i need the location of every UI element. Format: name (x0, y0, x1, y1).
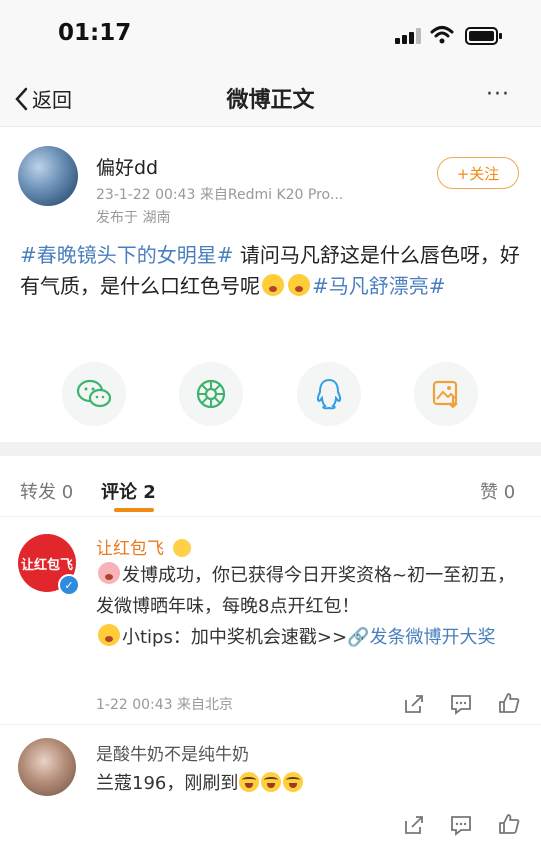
hashtag-link[interactable]: #春晚镜头下的女明星# (20, 243, 234, 267)
save-image-button[interactable] (414, 362, 478, 426)
comment-text: 兰蔻196，刚刷到 (96, 768, 521, 799)
hashtag-link[interactable]: #马凡舒漂亮# (312, 274, 446, 298)
laugh-cry-emoji-icon (239, 772, 260, 792)
section-divider (0, 442, 541, 456)
comment-separator (0, 724, 541, 725)
wifi-icon (430, 25, 454, 49)
grin-emoji-icon (98, 624, 120, 646)
repost-icon[interactable] (402, 813, 426, 837)
scream-emoji-icon (262, 274, 284, 296)
post-text: #春晚镜头下的女明星# 请问马凡舒这是什么唇色呀，好有气质，是什么口红色号呢 #马… (20, 240, 525, 302)
like-icon[interactable] (497, 812, 521, 836)
chevron-left-icon (15, 87, 28, 110)
battery-icon (465, 26, 503, 50)
more-menu-button[interactable]: ··· (486, 82, 510, 107)
tab-repost[interactable]: 转发 0 (20, 478, 73, 504)
avatar-text: 让红包飞 (20, 557, 73, 573)
commenter-name[interactable]: 让红包飞 (96, 534, 192, 559)
pig-emoji-icon (98, 562, 120, 584)
commenter-avatar[interactable] (18, 738, 76, 796)
repost-icon[interactable] (402, 692, 426, 716)
comment-icon[interactable] (449, 692, 473, 716)
moments-icon (196, 379, 226, 409)
share-moments-button[interactable] (179, 362, 243, 426)
author-avatar[interactable] (18, 146, 78, 206)
post-meta: 23-1-22 00:43 来自Redmi K20 Pro... (96, 187, 344, 203)
qq-icon (316, 378, 342, 410)
commenter-name[interactable]: 是酸牛奶不是纯牛奶 (96, 740, 249, 765)
post-location: 发布于 湖南 (96, 210, 171, 226)
like-icon[interactable] (497, 691, 521, 715)
comment-link[interactable]: 发条微博开大奖 (369, 627, 495, 648)
crown-icon (173, 539, 192, 557)
back-button[interactable]: 返回 (14, 84, 72, 113)
signal-icon (395, 28, 423, 48)
share-wechat-button[interactable] (62, 362, 126, 426)
page-title: 微博正文 (226, 88, 315, 113)
laugh-cry-emoji-icon (261, 772, 282, 792)
verified-badge-icon: ✓ (58, 574, 80, 596)
back-label: 返回 (32, 88, 72, 112)
share-qq-button[interactable] (297, 362, 361, 426)
tabs-bar (0, 460, 541, 517)
save-image-icon (432, 380, 458, 409)
active-tab-indicator (114, 508, 154, 512)
status-time: 01:17 (58, 20, 132, 46)
link-icon: 🔗 (347, 627, 370, 648)
tab-likes[interactable]: 赞 0 (480, 478, 515, 504)
author-name[interactable]: 偏好dd (96, 153, 158, 180)
follow-button[interactable]: +关注 (437, 157, 519, 189)
comment-icon[interactable] (449, 813, 473, 837)
wechat-icon (76, 379, 112, 408)
comment-time: 1-22 00:43 来自北京 (96, 697, 234, 713)
laugh-cry-emoji-icon (283, 772, 304, 792)
tab-comments[interactable]: 评论 2 (101, 478, 156, 504)
comment-text: 发博成功，你已获得今日开奖资格~初一至初五，发微博晒年味，每晚8点开红包！ 小t… (96, 560, 521, 653)
scream-emoji-icon (288, 274, 310, 296)
